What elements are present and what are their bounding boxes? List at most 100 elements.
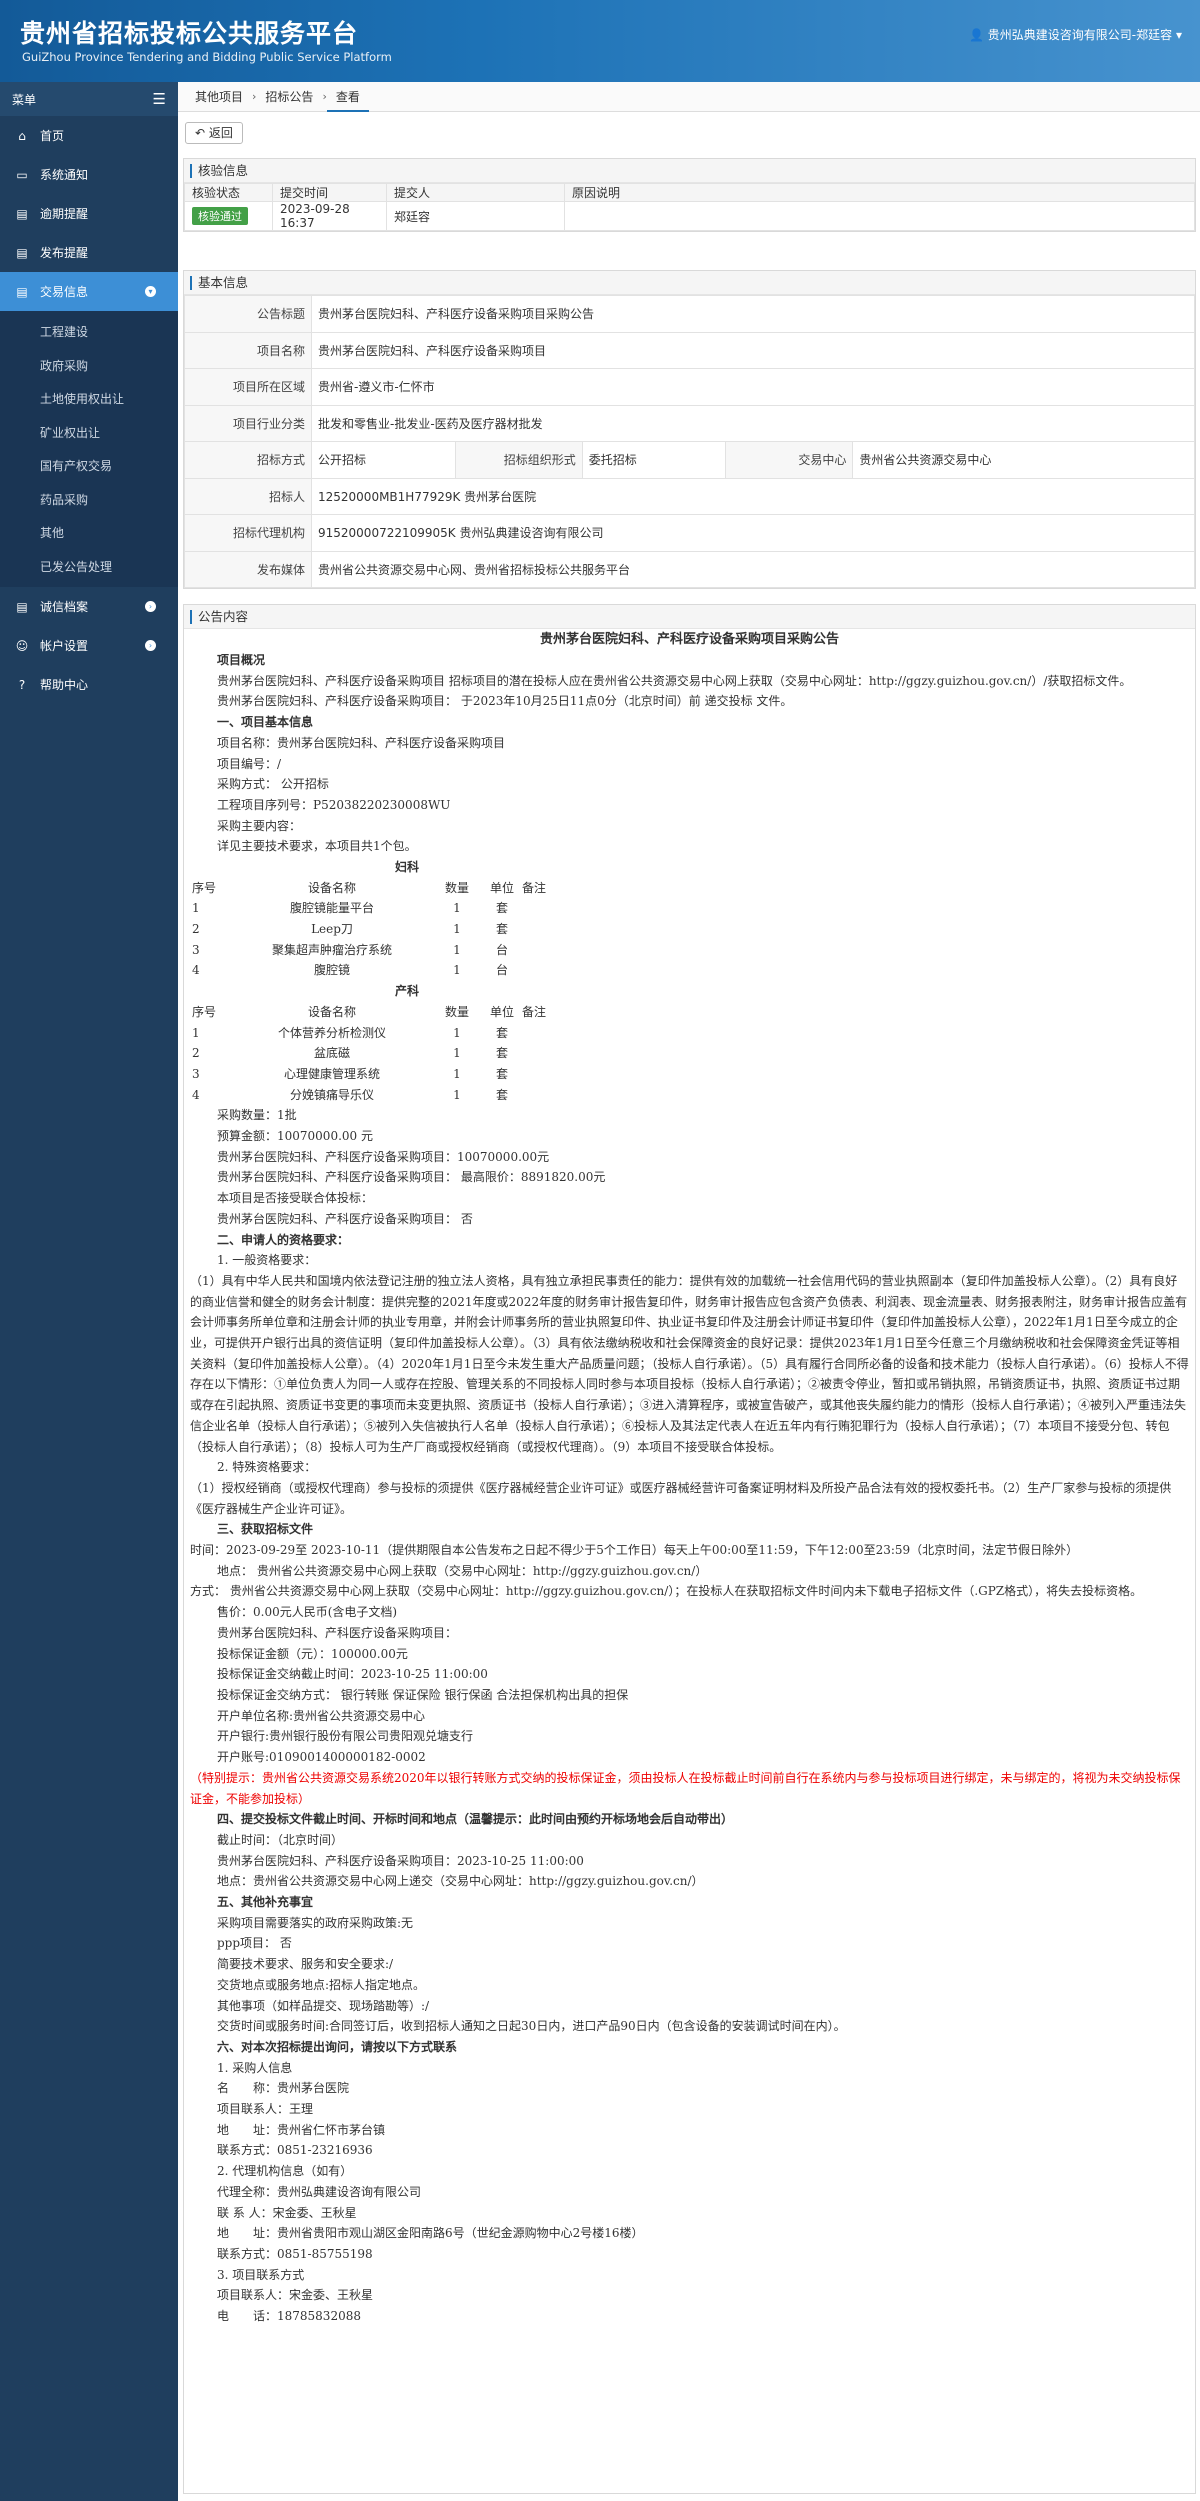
- equipment-cell: 台: [495, 942, 508, 957]
- sidebar-subitem-1[interactable]: 政府采购: [0, 349, 178, 383]
- equipment-header-cell: 备注: [522, 880, 547, 895]
- sidebar-subitem-7[interactable]: 已发公告处理: [0, 550, 178, 584]
- sidebar-subitem-3[interactable]: 矿业权出让: [0, 416, 178, 450]
- announcement-paragraph: 1. 一般资格要求：: [217, 1253, 317, 1268]
- equipment-cell: 腹腔镜: [313, 963, 350, 978]
- info-label: 公告标题: [184, 295, 312, 333]
- breadcrumb-item-tender-notice[interactable]: 招标公告: [256, 82, 322, 112]
- sidebar-bottom-item-2[interactable]: ? 帮助中心: [0, 665, 178, 704]
- equipment-cell: 个体营养分析检测仪: [277, 1025, 386, 1040]
- equipment-cell: 盆底磁: [313, 1046, 350, 1061]
- equipment-table-row: 3 心理健康管理系统 1 套: [192, 1064, 622, 1085]
- equipment-cell: 套: [495, 1046, 508, 1061]
- sidebar-subitem-5[interactable]: 药品采购: [0, 483, 178, 517]
- sidebar-subitem-4[interactable]: 国有产权交易: [0, 449, 178, 483]
- basic-info-panel: 基本信息 公告标题 贵州茅台医院妇科、产科医疗设备采购项目采购公告 项目名称 贵州茅台…: [183, 270, 1196, 589]
- equipment-cell: 套: [495, 1066, 508, 1081]
- announcement-paragraph: 2. 代理机构信息（如有）: [217, 2164, 353, 2179]
- announcement-paragraph: ppp项目： 否: [217, 1936, 292, 1951]
- equipment-cell: 套: [495, 1087, 508, 1102]
- back-button[interactable]: ↶ 返回: [185, 122, 243, 144]
- equipment-cell: [522, 1023, 582, 1044]
- sidebar-item-1[interactable]: ▭ 系统通知: [0, 155, 178, 194]
- announcement-paragraph: 预算金额：10070000.00 元: [217, 1129, 373, 1144]
- announcement-heading: 贵州茅台医院妇科、产科医疗设备采购项目采购公告: [539, 632, 839, 647]
- equipment-header-cell: 数量: [444, 880, 469, 895]
- announcement-paragraph: 本项目是否接受联合体投标：: [217, 1191, 374, 1206]
- sidebar-item-label: 诚信档案: [40, 600, 89, 614]
- review-status-cell: 核验通过: [184, 201, 273, 231]
- review-panel-title: 核验信息: [184, 159, 1195, 183]
- breadcrumb-item-other-projects[interactable]: 其他项目: [186, 82, 252, 112]
- inbox-icon: ▤: [16, 206, 28, 221]
- equipment-cell: 聚集超声肿瘤治疗系统: [271, 942, 392, 957]
- review-header-status: 核验状态: [184, 183, 273, 202]
- review-header-submitter: 提交人: [386, 183, 565, 202]
- announcement-paragraph: 四、提交投标文件截止时间、开标时间和地点（温馨提示：此时间由预约开标场地会后自动…: [217, 1812, 734, 1827]
- info-value: 12520000MB1H77929K 贵州茅台医院: [311, 477, 1195, 515]
- status-badge: 核验通过: [192, 207, 248, 225]
- inbox-icon: ▤: [16, 245, 28, 260]
- review-header-time: 提交时间: [272, 183, 387, 202]
- basic-info-title: 基本信息: [184, 271, 1195, 295]
- announcement-paragraph: （特别提示：贵州省公共资源交易系统2020年以银行转账方式交纳的投标保证金，须由…: [190, 1770, 1181, 1806]
- chevron-right-icon: ›: [145, 601, 156, 612]
- sidebar-item-label: 系统通知: [40, 168, 89, 182]
- sidebar-subitem-0[interactable]: 工程建设: [0, 315, 178, 349]
- announcement-paragraph: 工程项目序列号：P52038220230008WU: [217, 797, 451, 812]
- announcement-paragraph: 一、项目基本信息: [217, 715, 314, 730]
- equipment-header-cell: 数量: [444, 1004, 469, 1019]
- equipment-table-row: 2 Leep刀 1 套: [192, 919, 622, 940]
- announcement-paragraph: 地 址：贵州省贵阳市观山湖区金阳南路6号（世纪金源购物中心2号楼16楼）: [217, 2226, 644, 2241]
- equipment-table-row: 4 分娩镇痛导乐仪 1 套: [192, 1085, 622, 1106]
- sidebar-bottom-item-0[interactable]: ▤ 诚信档案 ›: [0, 587, 178, 626]
- announcement-paragraph: 开户账号:0109001400000182-0002: [217, 1750, 426, 1765]
- sidebar-bottom-item-1[interactable]: ☺ 帐户设置 ›: [0, 626, 178, 665]
- sidebar-subitem-2[interactable]: 土地使用权出让: [0, 382, 178, 416]
- announcement-paragraph: 2. 特殊资格要求：: [217, 1460, 317, 1475]
- announcement-body: 项目概况 贵州茅台医院妇科、产科医疗设备采购项目 招标项目的潜在投标人应在贵州省公…: [184, 650, 1195, 2327]
- sidebar-item-3[interactable]: ▤ 发布提醒: [0, 233, 178, 272]
- review-time: 2023-09-28 16:37: [272, 201, 387, 231]
- sidebar-item-label: 交易信息: [40, 285, 89, 299]
- equipment-table-header: 序号 设备名称 数量 单位 备注: [192, 878, 622, 899]
- announcement-paragraph: 售价：0.00元人民币(含电子文档): [217, 1605, 398, 1620]
- announcement-paragraph: 贵州茅台医院妇科、产科医疗设备采购项目： 最高限价：8891820.00元: [217, 1170, 606, 1185]
- info-row: 项目所在区域 贵州省-遵义市-仁怀市: [184, 368, 1195, 406]
- org-value: 委托招标: [581, 441, 727, 479]
- sidebar-subitem-6[interactable]: 其他: [0, 516, 178, 550]
- sidebar-item-4[interactable]: ▤ 交易信息 ▾: [0, 272, 178, 311]
- sidebar-item-0[interactable]: ⌂ 首页: [0, 116, 178, 155]
- inbox-icon: ▤: [16, 599, 28, 614]
- announcement-paragraph: 六、对本次招标提出询问，请按以下方式联系: [217, 2039, 458, 2054]
- equipment-cell: [522, 940, 582, 961]
- breadcrumb-item-view[interactable]: 查看: [326, 82, 369, 112]
- announcement-paragraph: 电 话：18785832088: [217, 2309, 361, 2324]
- back-icon: ↶: [195, 126, 206, 140]
- equipment-table-header: 序号 设备名称 数量 单位 备注: [192, 1002, 622, 1023]
- info-label: 项目行业分类: [184, 404, 312, 442]
- main-content: 其他项目 › 招标公告 › 查看 ↶ 返回 核验信息 核验状态 提交时间 提交人…: [178, 82, 1200, 2501]
- announcement-paragraph: 投标保证金额（元）：100000.00元: [217, 1646, 408, 1661]
- menu-label: 菜单: [12, 92, 37, 107]
- info-value: 贵州省-遵义市-仁怀市: [311, 368, 1195, 406]
- equipment-cell: 1: [192, 901, 200, 916]
- announcement-paragraph: 贵州茅台医院妇科、产科医疗设备采购项目： 于2023年10月25日11点0分（北…: [217, 694, 793, 709]
- user-menu[interactable]: 👤 贵州弘典建设咨询有限公司-郑廷容 ▾: [969, 26, 1182, 43]
- announcement-paragraph: 交货时间或服务时间:合同签订后，收到招标人通知之日起30日内，进口产品90日内（…: [217, 2019, 846, 2034]
- equipment-cell: 3: [192, 1066, 200, 1081]
- app-header: 贵州省招标投标公共服务平台 GuiZhou Province Tendering…: [0, 0, 1200, 82]
- equipment-cell: [522, 1043, 582, 1064]
- equipment-cell: [522, 919, 582, 940]
- sidebar-item-2[interactable]: ▤ 逾期提醒: [0, 194, 178, 233]
- equipment-cell: 分娩镇痛导乐仪: [289, 1087, 374, 1102]
- equipment-cell: Leep刀: [311, 922, 353, 937]
- info-row: 项目行业分类 批发和零售业-批发业-医药及医疗器材批发: [184, 404, 1195, 442]
- site-subtitle: GuiZhou Province Tendering and Bidding P…: [22, 50, 392, 64]
- review-submitter: 郑廷容: [386, 201, 565, 231]
- info-row: 项目名称 贵州茅台医院妇科、产科医疗设备采购项目: [184, 331, 1195, 369]
- user-icon: 👤: [969, 28, 984, 42]
- site-title: 贵州省招标投标公共服务平台: [20, 19, 359, 48]
- hamburger-icon[interactable]: ☰: [153, 90, 166, 108]
- sidebar-item-label: 发布提醒: [40, 246, 89, 260]
